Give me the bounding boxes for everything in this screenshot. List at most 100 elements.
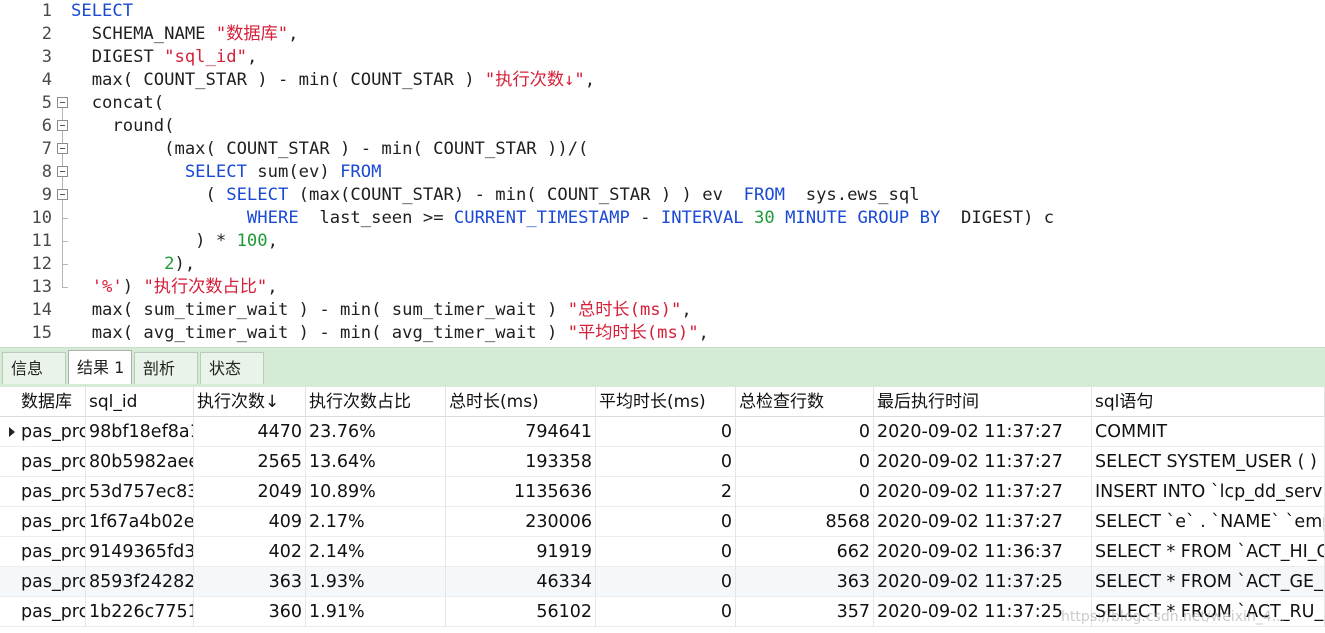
cell-sql-text[interactable]: SELECT SYSTEM_USER ( ): [1092, 447, 1325, 477]
fold-toggle-icon[interactable]: [57, 138, 69, 161]
cell-last-seen[interactable]: 2020-09-02 11:37:25: [874, 597, 1092, 627]
cell-sql-id[interactable]: 98bf18ef8a1: [86, 417, 194, 447]
cell-exec-ratio[interactable]: 23.76%: [306, 417, 446, 447]
cell-exec-count[interactable]: 2565: [194, 447, 306, 477]
code-line[interactable]: 6 round(: [0, 115, 1325, 138]
cell-rows-examined[interactable]: 662: [736, 537, 874, 567]
current-row-arrow-icon[interactable]: [0, 417, 18, 447]
cell-last-seen[interactable]: 2020-09-02 11:37:25: [874, 567, 1092, 597]
cell-schema[interactable]: pas_prc: [18, 567, 86, 597]
cell-avg-time[interactable]: 2: [596, 477, 736, 507]
cell-total-time[interactable]: 91919: [446, 537, 596, 567]
code-line[interactable]: 2 SCHEMA_NAME "数据库",: [0, 23, 1325, 46]
cell-total-time[interactable]: 794641: [446, 417, 596, 447]
cell-exec-count[interactable]: 2049: [194, 477, 306, 507]
row-indicator[interactable]: [0, 507, 18, 537]
cell-sql-id[interactable]: 80b5982aee: [86, 447, 194, 477]
cell-rows-examined[interactable]: 0: [736, 417, 874, 447]
code-text[interactable]: max( COUNT_STAR ) - min( COUNT_STAR ) "执…: [71, 69, 595, 92]
cell-total-time[interactable]: 46334: [446, 567, 596, 597]
code-line[interactable]: 3 DIGEST "sql_id",: [0, 46, 1325, 69]
cell-last-seen[interactable]: 2020-09-02 11:37:27: [874, 507, 1092, 537]
cell-avg-time[interactable]: 0: [596, 507, 736, 537]
cell-exec-count[interactable]: 360: [194, 597, 306, 627]
row-indicator[interactable]: [0, 477, 18, 507]
code-text[interactable]: SELECT: [71, 0, 133, 23]
cell-rows-examined[interactable]: 8568: [736, 507, 874, 537]
table-row[interactable]: pas_prc 98bf18ef8a1 4470 23.76% 794641 0 0 2020…: [0, 417, 1325, 447]
cell-exec-ratio[interactable]: 13.64%: [306, 447, 446, 477]
cell-last-seen[interactable]: 2020-09-02 11:37:27: [874, 417, 1092, 447]
column-header-schema[interactable]: 数据库: [18, 387, 86, 417]
cell-exec-ratio[interactable]: 2.17%: [306, 507, 446, 537]
tab-profile[interactable]: 剖析: [134, 352, 198, 384]
table-row[interactable]: pas_prc 8593f24282 363 1.93% 46334 0 363 2020-0…: [0, 567, 1325, 597]
cell-total-time[interactable]: 193358: [446, 447, 596, 477]
cell-total-time[interactable]: 1135636: [446, 477, 596, 507]
row-indicator[interactable]: [0, 597, 18, 627]
cell-schema[interactable]: pas_prc: [18, 597, 86, 627]
table-row[interactable]: pas_prc 53d757ec83 2049 10.89% 1135636 2 0 2020…: [0, 477, 1325, 507]
cell-sql-id[interactable]: 8593f24282: [86, 567, 194, 597]
code-text[interactable]: WHERE last_seen >= CURRENT_TIMESTAMP - I…: [71, 207, 1054, 230]
result-grid[interactable]: 数据库 sql_id 执行次数↓ 执行次数占比 总时长(ms) 平均时长(ms) 总检查行数…: [0, 387, 1325, 633]
cell-schema[interactable]: pas_prc: [18, 477, 86, 507]
cell-sql-text[interactable]: COMMIT: [1092, 417, 1325, 447]
tab-result-1[interactable]: 结果 1: [68, 350, 132, 384]
cell-schema[interactable]: pas_prc: [18, 417, 86, 447]
table-row[interactable]: pas_prc 80b5982aee 2565 13.64% 193358 0 0 2020-…: [0, 447, 1325, 477]
code-text[interactable]: DIGEST "sql_id",: [71, 46, 258, 69]
row-indicator[interactable]: [0, 537, 18, 567]
code-line[interactable]: 12 2),: [0, 253, 1325, 276]
cell-exec-ratio[interactable]: 10.89%: [306, 477, 446, 507]
cell-rows-examined[interactable]: 363: [736, 567, 874, 597]
code-line[interactable]: 4 max( COUNT_STAR ) - min( COUNT_STAR ) …: [0, 69, 1325, 92]
cell-total-time[interactable]: 230006: [446, 507, 596, 537]
code-line[interactable]: 11 ) * 100,: [0, 230, 1325, 253]
cell-last-seen[interactable]: 2020-09-02 11:37:27: [874, 447, 1092, 477]
column-header-total-time[interactable]: 总时长(ms): [446, 387, 596, 417]
code-line[interactable]: 1 SELECT: [0, 0, 1325, 23]
code-line[interactable]: 9 ( SELECT (max(COUNT_STAR) - min( COUNT…: [0, 184, 1325, 207]
cell-schema[interactable]: pas_prc: [18, 447, 86, 477]
code-line[interactable]: 10 WHERE last_seen >= CURRENT_TIMESTAMP …: [0, 207, 1325, 230]
cell-sql-text[interactable]: SELECT `e` . `NAME` `emplo: [1092, 507, 1325, 537]
column-header-exec-count[interactable]: 执行次数↓: [194, 387, 306, 417]
fold-toggle-icon[interactable]: [57, 184, 69, 207]
code-line[interactable]: 15 max( avg_timer_wait ) - min( avg_time…: [0, 322, 1325, 345]
cell-last-seen[interactable]: 2020-09-02 11:36:37: [874, 537, 1092, 567]
code-text[interactable]: SCHEMA_NAME "数据库",: [71, 23, 299, 46]
code-line[interactable]: 5 concat(: [0, 92, 1325, 115]
table-row[interactable]: pas_prc 1f67a4b02e 409 2.17% 230006 0 8568 2020…: [0, 507, 1325, 537]
fold-toggle-icon[interactable]: [57, 92, 69, 115]
cell-sql-id[interactable]: 1b226c7751: [86, 597, 194, 627]
cell-sql-text[interactable]: SELECT * FROM `ACT_GE_B: [1092, 567, 1325, 597]
row-indicator[interactable]: [0, 447, 18, 477]
column-header-last-seen[interactable]: 最后执行时间: [874, 387, 1092, 417]
cell-rows-examined[interactable]: 0: [736, 447, 874, 477]
cell-schema[interactable]: pas_prc: [18, 537, 86, 567]
cell-sql-id[interactable]: 1f67a4b02e: [86, 507, 194, 537]
cell-exec-ratio[interactable]: 2.14%: [306, 537, 446, 567]
tab-status[interactable]: 状态: [200, 352, 264, 384]
column-header-rows-examined[interactable]: 总检查行数: [736, 387, 874, 417]
cell-exec-ratio[interactable]: 1.93%: [306, 567, 446, 597]
code-text[interactable]: (max( COUNT_STAR ) - min( COUNT_STAR ))/…: [71, 138, 588, 161]
code-text[interactable]: concat(: [71, 92, 164, 115]
sql-editor[interactable]: 1 SELECT 2 SCHEMA_NAME "数据库", 3 DIGEST "sql…: [0, 0, 1325, 347]
column-header-sql-id[interactable]: sql_id: [86, 387, 194, 417]
code-text[interactable]: ( SELECT (max(COUNT_STAR) - min( COUNT_S…: [71, 184, 920, 207]
cell-exec-count[interactable]: 409: [194, 507, 306, 537]
cell-rows-examined[interactable]: 0: [736, 477, 874, 507]
cell-sql-id[interactable]: 53d757ec83: [86, 477, 194, 507]
code-text[interactable]: 2),: [71, 253, 195, 276]
code-text[interactable]: round(: [71, 115, 174, 138]
table-row[interactable]: pas_prc 9149365fd3 402 2.14% 91919 0 662 2020-0…: [0, 537, 1325, 567]
cell-avg-time[interactable]: 0: [596, 417, 736, 447]
cell-exec-ratio[interactable]: 1.91%: [306, 597, 446, 627]
code-text[interactable]: ) * 100,: [71, 230, 278, 253]
column-header-sql-text[interactable]: sql语句: [1092, 387, 1325, 417]
column-header-exec-ratio[interactable]: 执行次数占比: [306, 387, 446, 417]
code-line[interactable]: 7 (max( COUNT_STAR ) - min( COUNT_STAR )…: [0, 138, 1325, 161]
cell-exec-count[interactable]: 4470: [194, 417, 306, 447]
